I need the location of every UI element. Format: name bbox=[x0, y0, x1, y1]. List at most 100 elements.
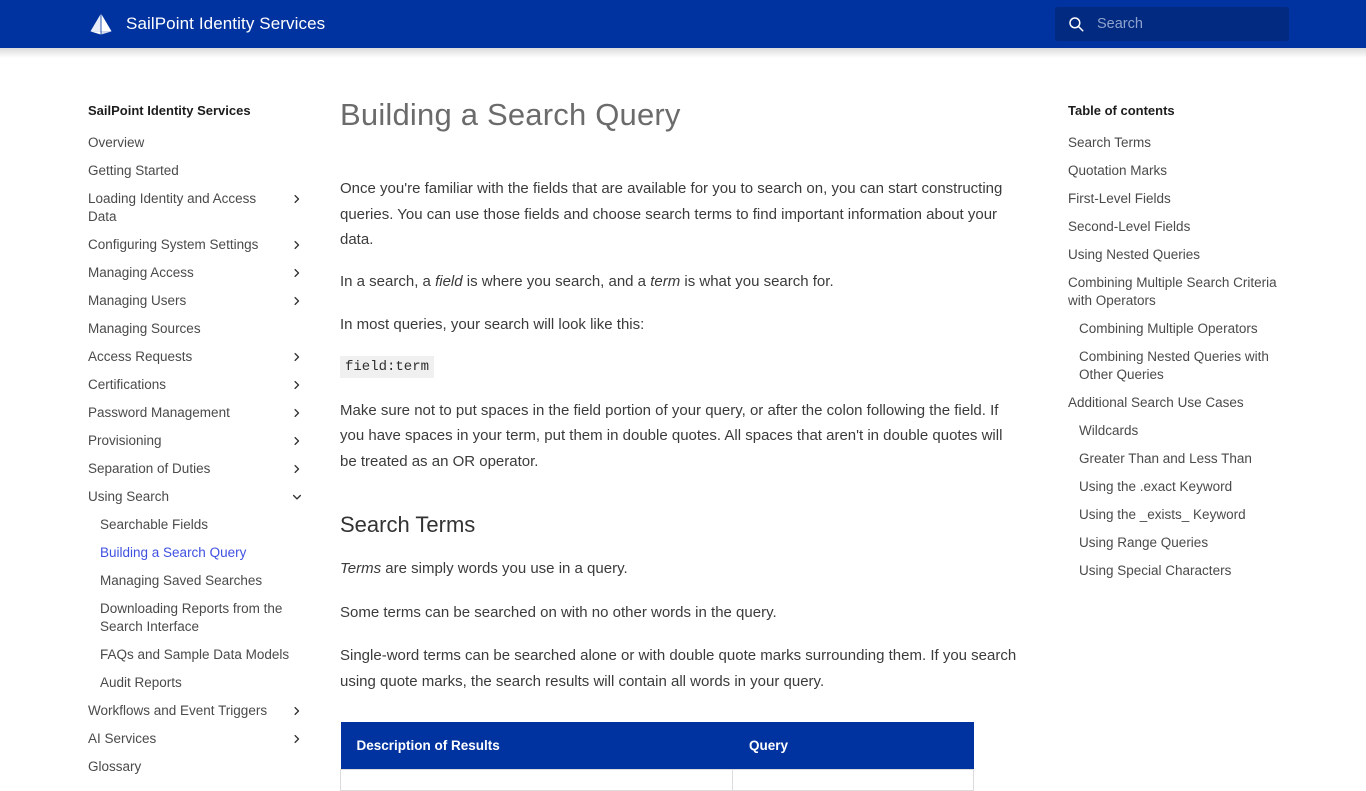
sidebar-item-label: AI Services bbox=[88, 731, 157, 746]
toc-item-second-level-fields[interactable]: Second-Level Fields bbox=[1068, 213, 1298, 241]
table-header-query: Query bbox=[732, 722, 974, 770]
chevron-right-icon bbox=[294, 240, 300, 250]
table-cell-query bbox=[732, 769, 974, 791]
sidebar-item-label: FAQs and Sample Data Models bbox=[100, 647, 290, 662]
sidebar-item-label: Audit Reports bbox=[100, 675, 182, 690]
sidebar-item-managing-users[interactable]: Managing Users bbox=[88, 287, 303, 315]
sidebar-item-label: Managing Saved Searches bbox=[100, 573, 263, 588]
terms-definition-paragraph: Terms are simply words you use in a quer… bbox=[340, 556, 1020, 582]
table-body bbox=[339, 769, 974, 791]
brand-title: SailPoint Identity Services bbox=[126, 14, 326, 33]
toc-item-quotation-marks[interactable]: Quotation Marks bbox=[1068, 157, 1298, 185]
most-queries-paragraph: In most queries, your search will look l… bbox=[340, 316, 645, 333]
toc-item-combining-nested-queries-with-other-queries[interactable]: Combining Nested Queries with Other Quer… bbox=[1068, 343, 1298, 389]
chevron-right-icon bbox=[294, 734, 300, 744]
sidebar-item-label: Configuring System Settings bbox=[88, 237, 259, 252]
sidebar-item-label: Provisioning bbox=[88, 433, 162, 448]
toc-item-greater-than-and-less-than[interactable]: Greater Than and Less Than bbox=[1068, 445, 1298, 473]
sidebar-item-label: Glossary bbox=[88, 759, 142, 774]
field-term-paragraph: In a search, a field is where you search… bbox=[340, 269, 1020, 295]
sidebar-item-label: Overview bbox=[88, 135, 145, 150]
chevron-right-icon bbox=[294, 296, 300, 306]
field-term-mid: is where you search, and a bbox=[462, 272, 651, 290]
term-emphasis: term bbox=[650, 272, 681, 290]
main-content: Building a Search Query Once you're fami… bbox=[339, 94, 1040, 791]
toc-item-using-range-queries[interactable]: Using Range Queries bbox=[1068, 529, 1298, 557]
toc-item-additional-search-use-cases[interactable]: Additional Search Use Cases bbox=[1068, 389, 1298, 417]
table-header-description: Description of Results bbox=[340, 722, 733, 770]
single-word-terms-paragraph: Single-word terms can be searched alone … bbox=[340, 647, 1017, 690]
sidebar-item-workflows-and-event-triggers[interactable]: Workflows and Event Triggers bbox=[88, 697, 303, 725]
sidebar-item-label: Getting Started bbox=[88, 163, 179, 178]
sidebar-nav: SailPoint Identity Services Overview Gett… bbox=[88, 103, 303, 781]
toc-item-using-nested-queries[interactable]: Using Nested Queries bbox=[1068, 241, 1298, 269]
sidebar-item-managing-saved-searches[interactable]: Managing Saved Searches bbox=[88, 567, 303, 595]
sidebar-item-access-requests[interactable]: Access Requests bbox=[88, 343, 303, 371]
table-row bbox=[339, 769, 974, 791]
terms-definition-post: are simply words you use in a query. bbox=[381, 560, 628, 577]
sidebar-item-list: Overview Getting Started Loading Identity … bbox=[88, 129, 303, 781]
sidebar-item-building-a-search-query[interactable]: Building a Search Query bbox=[88, 539, 303, 567]
code-example: field:term bbox=[340, 355, 435, 378]
chevron-right-icon bbox=[294, 408, 300, 418]
sidebar-item-audit-reports[interactable]: Audit Reports bbox=[88, 669, 303, 697]
toc-heading: Table of contents bbox=[1068, 103, 1175, 118]
section-heading-search-terms: Search Terms bbox=[340, 512, 476, 537]
toc-item-combining-multiple-search-criteria-with-operators[interactable]: Combining Multiple Search Criteria with … bbox=[1068, 269, 1298, 315]
sidebar-item-getting-started[interactable]: Getting Started bbox=[88, 157, 303, 185]
toc-item-combining-multiple-operators[interactable]: Combining Multiple Operators bbox=[1068, 315, 1298, 343]
intro-paragraph: Once you're familiar with the fields tha… bbox=[340, 180, 1003, 248]
chevron-right-icon bbox=[294, 268, 300, 278]
chevron-right-icon bbox=[294, 352, 300, 362]
search-examples-table: Description of Results Query bbox=[339, 722, 974, 791]
sidebar-item-separation-of-duties[interactable]: Separation of Duties bbox=[88, 455, 303, 483]
sidebar-item-managing-sources[interactable]: Managing Sources bbox=[88, 315, 303, 343]
sidebar-item-configuring-system-settings[interactable]: Configuring System Settings bbox=[88, 231, 303, 259]
sidebar-item-faqs-and-sample-data-models[interactable]: FAQs and Sample Data Models bbox=[88, 641, 303, 669]
sidebar-heading: SailPoint Identity Services bbox=[88, 103, 251, 118]
toc-item-using-the-exists-keyword[interactable]: Using the _exists_ Keyword bbox=[1068, 501, 1298, 529]
sidebar-item-ai-services[interactable]: AI Services bbox=[88, 725, 303, 753]
sidebar-item-using-search[interactable]: Using Search bbox=[88, 483, 303, 511]
table-of-contents: Table of contents Search Terms Quotation … bbox=[1068, 103, 1298, 585]
toc-item-search-terms[interactable]: Search Terms bbox=[1068, 129, 1298, 157]
toc-item-wildcards[interactable]: Wildcards bbox=[1068, 417, 1298, 445]
chevron-right-icon bbox=[294, 194, 300, 204]
chevron-down-icon bbox=[292, 494, 302, 500]
sidebar-item-label: Managing Sources bbox=[88, 321, 201, 336]
sidebar-item-label: Building a Search Query bbox=[100, 545, 247, 560]
table-cell-description bbox=[339, 769, 734, 791]
table-header-row: Description of Results Query bbox=[340, 722, 974, 770]
toc-item-using-special-characters[interactable]: Using Special Characters bbox=[1068, 557, 1298, 585]
sidebar-item-label: Access Requests bbox=[88, 349, 193, 364]
field-term-pre: In a search, a bbox=[340, 272, 436, 290]
sidebar-item-password-management[interactable]: Password Management bbox=[88, 399, 303, 427]
brand[interactable]: SailPoint Identity Services bbox=[88, 0, 325, 48]
sidebar-item-label: Managing Access bbox=[88, 265, 194, 280]
sidebar-item-label: Managing Users bbox=[88, 293, 187, 308]
search-input[interactable] bbox=[1097, 10, 1273, 38]
sidebar-item-glossary[interactable]: Glossary bbox=[88, 753, 303, 781]
toc-item-first-level-fields[interactable]: First-Level Fields bbox=[1068, 185, 1298, 213]
sidebar-item-managing-access[interactable]: Managing Access bbox=[88, 259, 303, 287]
table-head: Description of Results Query bbox=[340, 722, 974, 770]
sidebar-item-certifications[interactable]: Certifications bbox=[88, 371, 303, 399]
sidebar-item-provisioning[interactable]: Provisioning bbox=[88, 427, 303, 455]
chevron-right-icon bbox=[294, 380, 300, 390]
page-body: SailPoint Identity Services Overview Gett… bbox=[0, 48, 1366, 791]
terms-emphasis: Terms bbox=[340, 560, 382, 577]
sidebar-item-label: Workflows and Event Triggers bbox=[88, 703, 268, 718]
some-terms-paragraph: Some terms can be searched on with no ot… bbox=[340, 603, 777, 621]
search-icon bbox=[1069, 17, 1084, 32]
spaces-warning-paragraph: Make sure not to put spaces in the field… bbox=[340, 401, 1003, 470]
sidebar-item-searchable-fields[interactable]: Searchable Fields bbox=[88, 511, 303, 539]
sidebar-item-label: Loading Identity and Access Data bbox=[88, 191, 257, 224]
search-box[interactable] bbox=[1055, 7, 1289, 41]
field-emphasis: field bbox=[435, 272, 463, 290]
toc-item-using-the-exact-keyword[interactable]: Using the .exact Keyword bbox=[1068, 473, 1298, 501]
page-title: Building a Search Query bbox=[340, 97, 681, 132]
sidebar-item-loading-identity-and-access-data[interactable]: Loading Identity and Access Data bbox=[88, 185, 303, 231]
chevron-right-icon bbox=[294, 436, 300, 446]
sidebar-item-overview[interactable]: Overview bbox=[88, 129, 303, 157]
sidebar-item-downloading-reports-from-the-search-interface[interactable]: Downloading Reports from the Search Inte… bbox=[88, 595, 303, 641]
